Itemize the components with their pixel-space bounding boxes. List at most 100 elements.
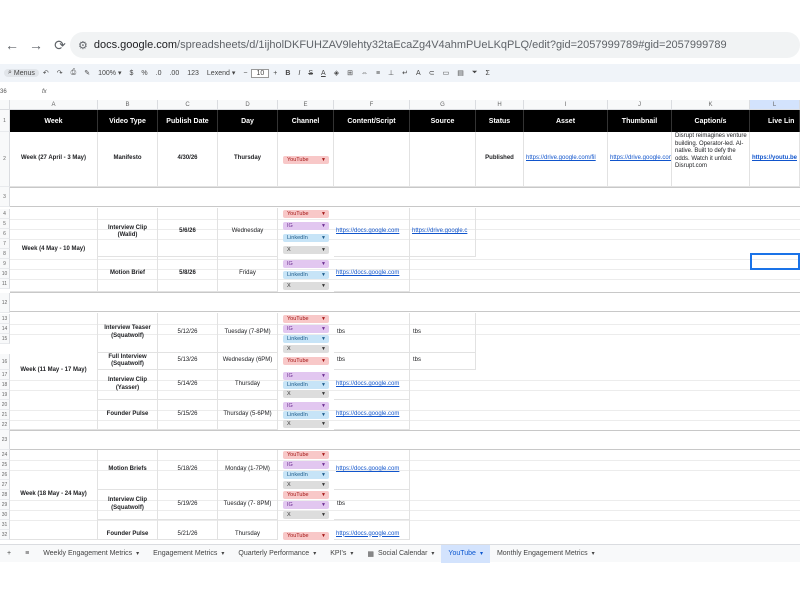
day-cell[interactable]: Wednesday (6PM) [218,353,278,370]
chart-icon[interactable]: ▤ [453,69,468,77]
channel-chip-linkedin[interactable]: LinkedIn ▼ [283,271,329,279]
row-number[interactable]: 30 [0,510,10,520]
row-number[interactable]: 8 [0,249,10,259]
day-cell[interactable]: Tuesday (7- 8PM) [218,490,278,520]
caption-cell[interactable]: Disrupt reimagines venture building. Ope… [672,132,750,187]
column-header[interactable]: G [410,100,476,110]
content-cell[interactable]: tbs [334,490,410,520]
video-type-cell[interactable]: Interview Clip (Walid) [98,208,158,257]
filter-icon[interactable]: ⏷ [468,69,482,77]
column-header[interactable]: B [98,100,158,110]
row-number[interactable]: 3 [0,187,10,207]
channel-chip-x[interactable]: X ▼ [283,390,329,398]
add-sheet-button[interactable]: + [0,545,18,563]
increase-decimal-button[interactable]: .00 [165,70,183,77]
currency-button[interactable]: $ [126,70,138,77]
tab-quarterly-performance[interactable]: Quarterly Performance ▾ [231,545,323,563]
row-number[interactable]: 6 [0,229,10,239]
row-number[interactable]: 9 [0,259,10,269]
video-type-cell[interactable]: Interview Teaser (Squatwolf) [98,313,158,353]
text-color-icon[interactable]: A [317,70,330,77]
video-type-cell[interactable]: Interview Clip (Yasser) [98,370,158,400]
all-sheets-icon[interactable]: ≡ [18,545,36,563]
video-type-cell[interactable]: Founder Pulse [98,520,158,540]
row-number[interactable]: 29 [0,500,10,510]
italic-icon[interactable]: I [294,70,304,77]
paint-format-icon[interactable]: ✎ [80,69,94,77]
channel-chip-ig[interactable]: IG ▼ [283,402,329,410]
row-number[interactable]: 21 [0,410,10,420]
channel-chip-youtube[interactable]: YouTube ▼ [283,210,329,218]
column-header[interactable]: F [334,100,410,110]
publish-date-cell[interactable]: 5/6/26 [158,208,218,257]
row-number[interactable]: 12 [0,293,10,313]
selected-cell[interactable] [750,253,800,270]
content-cell[interactable]: tbs [334,353,410,370]
video-type-cell[interactable]: Founder Pulse [98,400,158,430]
source-cell[interactable] [410,132,476,187]
select-all-corner[interactable] [0,100,10,110]
week-cell[interactable]: Week (27 April - 3 May) [10,132,98,187]
link-icon[interactable]: ⊂ [425,69,439,77]
channel-chip-x[interactable]: X ▼ [283,511,329,519]
publish-date-cell[interactable]: 5/14/26 [158,370,218,400]
column-header[interactable]: C [158,100,218,110]
strikethrough-icon[interactable]: S [304,70,317,77]
column-header[interactable]: E [278,100,334,110]
channel-chip-x[interactable]: X ▼ [283,345,329,353]
column-header[interactable]: J [608,100,672,110]
video-type-cell[interactable]: Full Interview (Squatwolf) [98,353,158,370]
number-format-button[interactable]: 123 [183,70,203,77]
back-icon[interactable]: ← [0,33,24,57]
zoom-select[interactable]: 100% ▾ [94,69,125,78]
row-number[interactable]: 19 [0,390,10,400]
content-link[interactable]: https://docs.google.com [334,450,410,490]
column-header[interactable]: H [476,100,524,110]
row-number[interactable]: 32 [0,530,10,540]
row-number[interactable]: 14 [0,324,10,334]
tab-engagement-metrics[interactable]: Engagement Metrics ▾ [146,545,231,563]
channel-chip-ig[interactable]: IG ▼ [283,461,329,469]
content-link[interactable]: https://docs.google.com [334,370,410,400]
channel-chip-youtube[interactable]: YouTube ▼ [283,357,329,365]
row-number[interactable]: 22 [0,420,10,430]
column-header[interactable]: L [750,100,800,110]
day-cell[interactable]: Thursday [218,370,278,400]
tab-kpis[interactable]: KPI's ▾ [323,545,360,563]
undo-icon[interactable]: ↶ [39,69,53,77]
row-number[interactable]: 28 [0,490,10,500]
print-icon[interactable]: ⎙ [67,69,81,77]
tab-monthly-engagement-metrics[interactable]: Monthly Engagement Metrics ▾ [490,545,602,563]
day-cell[interactable]: Tuesday (7-8PM) [218,313,278,353]
publish-date-cell[interactable]: 5/19/26 [158,490,218,520]
tab-weekly-engagement-metrics[interactable]: Weekly Engagement Metrics ▾ [36,545,146,563]
row-number[interactable]: 20 [0,400,10,410]
row-number[interactable]: 5 [0,219,10,229]
video-type-cell[interactable]: Motion Brief [98,257,158,292]
row-number[interactable]: 4 [0,209,10,219]
channel-chip-youtube[interactable]: YouTube ▼ [283,451,329,459]
font-size-increase[interactable]: + [269,70,281,77]
channel-chip-linkedin[interactable]: LinkedIn ▼ [283,234,329,242]
content-cell[interactable]: tbs [334,313,410,353]
bold-icon[interactable]: B [281,70,294,77]
row-number[interactable]: 17 [0,370,10,380]
rotate-icon[interactable]: A [412,70,425,77]
spreadsheet-grid[interactable]: A B C D E F G H I J K L Week Video Type … [0,100,800,540]
font-select[interactable]: Lexend ▾ [203,69,239,78]
font-size-input[interactable]: 10 [251,68,270,78]
channel-chip-x[interactable]: X ▼ [283,481,329,489]
channel-chip-linkedin[interactable]: LinkedIn ▼ [283,381,329,389]
day-cell[interactable]: Friday [218,257,278,292]
font-size-decrease[interactable]: − [239,70,251,77]
video-type-cell[interactable]: Interview Clip (Squatwolf) [98,490,158,520]
percent-button[interactable]: % [137,70,151,77]
asset-link[interactable]: https://drive.google.com/fil [524,132,608,187]
comment-icon[interactable]: ▭ [439,69,454,77]
status-cell[interactable]: Published [476,132,524,187]
column-header[interactable]: I [524,100,608,110]
publish-date-cell[interactable]: 5/21/26 [158,520,218,540]
wrap-icon[interactable]: ↵ [398,69,412,77]
channel-chip-youtube[interactable]: YouTube ▼ [283,315,329,323]
tab-social-calendar[interactable]: ▦ Social Calendar ▾ [360,545,441,563]
